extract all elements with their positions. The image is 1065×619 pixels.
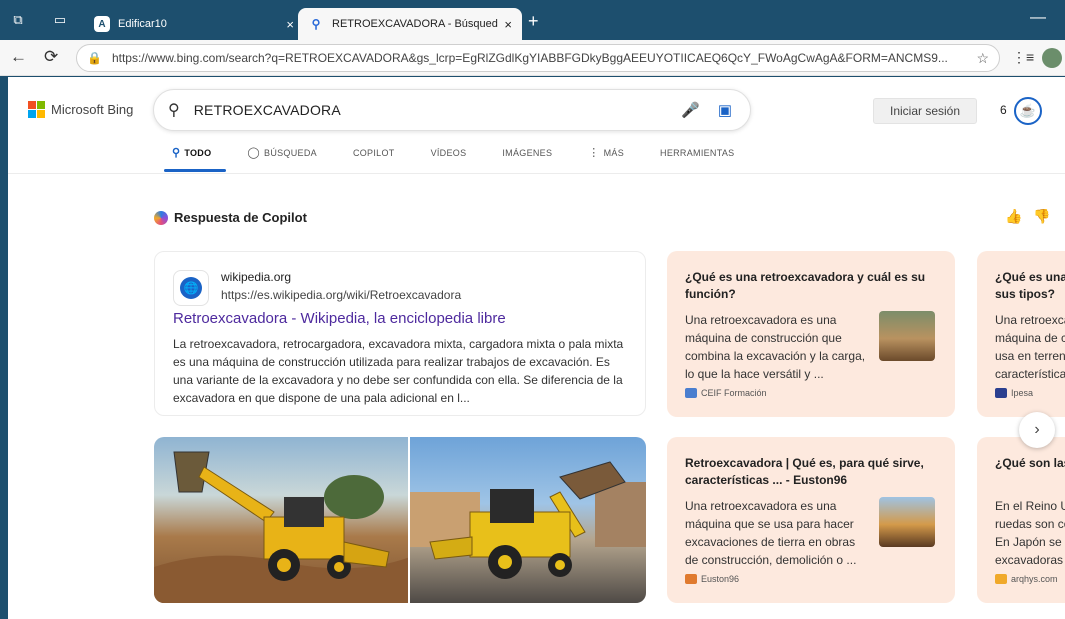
source-favicon-icon [685, 388, 697, 398]
wikipedia-favicon: 🌐 [173, 270, 209, 306]
minimize-button[interactable]: — [1030, 9, 1046, 27]
page-content: Microsoft Bing ⚲ RETROEXCAVADORA 🎤 ▣ Ini… [8, 77, 1065, 619]
result-url[interactable]: https://es.wikipedia.org/wiki/Retroexcav… [221, 288, 461, 302]
carousel-next-button[interactable]: › [1019, 412, 1055, 448]
browser-tab-bar: ⧉ ▭ A Edificar10 × ⚲ RETROEXCAVADORA - B… [0, 0, 1065, 40]
scope-videos[interactable]: VÍDEOS [431, 147, 467, 173]
qa-source[interactable]: CEIF Formación [685, 388, 767, 398]
search-scopes: ⚲ TODO ◯ BÚSQUEDA COPILOT VÍDEOS IMÁGENE… [172, 147, 770, 173]
source-favicon-icon [995, 574, 1007, 584]
qa-source[interactable]: arqhys.com [995, 574, 1058, 584]
qa-question[interactable]: ¿Qué son las retroexcavadoras? [995, 455, 1065, 472]
angular-favicon-icon: A [94, 16, 110, 32]
result-domain: wikipedia.org [221, 270, 292, 284]
source-favicon-icon [995, 388, 1007, 398]
tab-title: RETROEXCAVADORA - Búsqueda [332, 18, 499, 30]
qa-answer: En el Reino Unido las que tienen ruedas … [995, 499, 1065, 567]
search-icon: ⚲ [172, 147, 181, 159]
result-snippet: La retroexcavadora, retrocargadora, exca… [173, 337, 624, 405]
microsoft-logo-icon [28, 101, 45, 118]
back-button[interactable]: ← [10, 47, 27, 67]
thumbs-up-icon[interactable]: 👍 [1005, 208, 1022, 225]
url-text[interactable]: https://www.bing.com/search?q=RETROEXCAV… [112, 51, 999, 65]
reload-button[interactable]: ⟳ [44, 47, 58, 67]
active-scope-underline [164, 169, 226, 172]
qa-thumbnail [879, 497, 935, 547]
qa-thumbnail [879, 311, 935, 361]
tab-title: Edificar10 [118, 18, 167, 30]
qa-answer: Una retroexcavadora es una máquina que s… [685, 499, 857, 567]
qa-card[interactable]: ¿Qué son las retroexcavadoras? En el Rei… [977, 437, 1065, 603]
scope-label: BÚSQUEDA [264, 148, 317, 158]
copilot-title: Respuesta de Copilot [174, 210, 307, 225]
backhoe-image-2[interactable] [410, 437, 646, 603]
close-tab-icon[interactable]: × [286, 17, 294, 32]
microphone-icon[interactable]: 🎤 [681, 101, 700, 119]
bing-logo[interactable]: Microsoft Bing [28, 101, 133, 118]
star-icon[interactable]: ☆ [976, 50, 989, 67]
header-divider [8, 173, 1065, 174]
favorites-icon[interactable]: ⋮≡ [1012, 49, 1034, 66]
scope-label: TODO [184, 148, 212, 158]
copilot-search-icon: ◯ [247, 147, 261, 159]
qa-answer: Una retroexcavadora es una máquina de co… [685, 313, 866, 381]
qa-answer: Una retroexcavadora es una máquina de co… [995, 313, 1065, 381]
scope-label: IMÁGENES [502, 148, 553, 158]
qa-source[interactable]: Euston96 [685, 574, 739, 584]
backhoe-illustration-1 [154, 451, 408, 603]
qa-card[interactable]: ¿Qué es una retroexcavadora y cuáles son… [977, 251, 1065, 417]
scope-mas[interactable]: ⋮ MÁS [588, 147, 624, 173]
qa-source-label: Euston96 [701, 574, 740, 584]
scope-imagenes[interactable]: IMÁGENES [502, 147, 552, 173]
scope-label: HERRAMIENTAS [660, 148, 735, 158]
globe-icon: 🌐 [180, 277, 202, 299]
visual-search-icon[interactable]: ▣ [718, 101, 732, 119]
profile-avatar[interactable] [1042, 48, 1062, 68]
qa-question[interactable]: ¿Qué es una retroexcavadora y cuáles son… [995, 269, 1065, 303]
qa-card[interactable]: ¿Qué es una retroexcavadora y cuál es su… [667, 251, 955, 417]
scope-label: COPILOT [352, 148, 395, 158]
backhoe-images [154, 437, 646, 603]
copilot-header: Respuesta de Copilot [154, 210, 307, 225]
qa-source-label: arqhys.com [1011, 574, 1058, 584]
tab-bing-search[interactable]: ⚲ RETROEXCAVADORA - Búsqueda × [298, 8, 522, 40]
search-icon: ⚲ [168, 102, 180, 119]
scope-busqueda[interactable]: ◯ BÚSQUEDA [247, 147, 317, 173]
scope-label: MÁS [603, 148, 625, 158]
qa-source[interactable]: Ipesa [995, 388, 1033, 398]
search-favicon-icon: ⚲ [311, 17, 321, 31]
logo-text: Microsoft Bing [51, 102, 134, 117]
tab-actions-icon[interactable]: ▭ [52, 13, 68, 27]
search-input[interactable]: RETROEXCAVADORA [194, 102, 681, 118]
scope-copilot[interactable]: COPILOT [353, 147, 395, 173]
copilot-logo-icon [154, 210, 168, 225]
new-tab-button[interactable]: + [528, 12, 539, 30]
qa-source-label: CEIF Formación [701, 388, 767, 398]
qa-question[interactable]: Retroexcavadora | Qué es, para qué sirve… [685, 455, 935, 489]
source-favicon-icon [685, 574, 697, 584]
url-field[interactable]: 🔒 https://www.bing.com/search?q=RETROEXC… [76, 44, 1000, 72]
result-title-link[interactable]: Retroexcavadora - Wikipedia, la enciclop… [173, 310, 506, 327]
backhoe-illustration-2 [410, 461, 646, 579]
close-tab-icon[interactable]: × [504, 17, 512, 32]
qa-card[interactable]: Retroexcavadora | Qué es, para qué sirve… [667, 437, 955, 603]
more-icon: ⋮ [588, 147, 600, 159]
rewards-count[interactable]: 6 [1000, 103, 1007, 117]
qa-source-label: Ipesa [1011, 388, 1034, 398]
scope-label: VÍDEOS [430, 148, 467, 158]
scope-herramientas[interactable]: HERRAMIENTAS [660, 147, 734, 173]
tab-edificar10[interactable]: A Edificar10 × [84, 8, 304, 40]
backhoe-image-1[interactable] [154, 437, 410, 603]
address-bar-row: ← ⟳ 🔒 https://www.bing.com/search?q=RETR… [0, 40, 1065, 76]
lock-icon[interactable]: 🔒 [87, 51, 102, 65]
wikipedia-result-card[interactable]: 🌐 wikipedia.org https://es.wikipedia.org… [154, 251, 646, 416]
search-box[interactable]: ⚲ RETROEXCAVADORA 🎤 ▣ [153, 89, 751, 131]
thumbs-down-icon[interactable]: 👎 [1033, 208, 1050, 225]
qa-question[interactable]: ¿Qué es una retroexcavadora y cuál es su… [685, 269, 935, 303]
rewards-trophy-icon[interactable]: ☕ [1014, 97, 1042, 125]
signin-button[interactable]: Iniciar sesión [873, 98, 977, 124]
workspaces-icon[interactable]: ⧉ [10, 13, 26, 27]
